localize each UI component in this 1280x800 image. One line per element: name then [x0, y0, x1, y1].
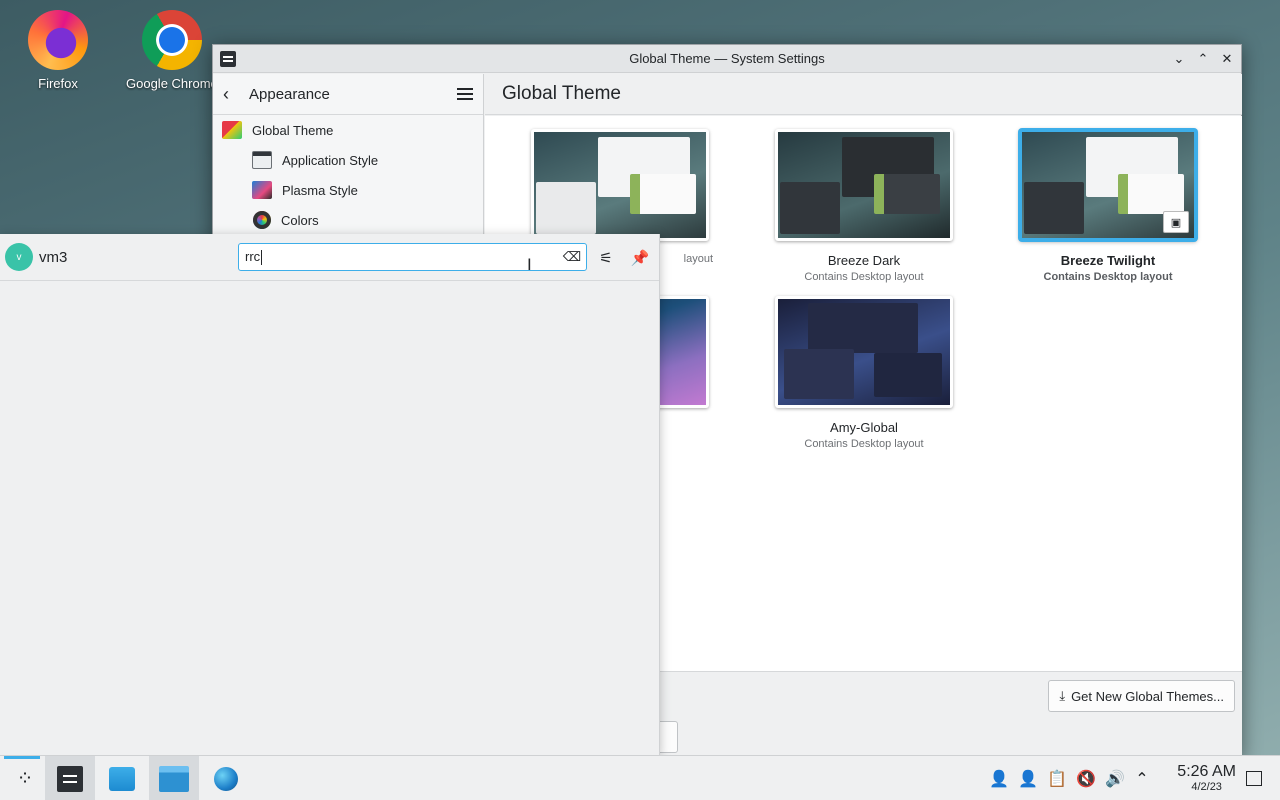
task-browser[interactable] — [201, 756, 251, 800]
sidebar-item-label: Plasma Style — [282, 182, 358, 198]
configure-icon[interactable]: ⚟ — [595, 247, 617, 269]
theme-preview[interactable] — [531, 129, 709, 241]
show-desktop-button[interactable] — [1246, 771, 1262, 786]
krunner-bar: v vm3 rrc ⌫ ⚟ 📌 — [0, 234, 659, 281]
user-status-icon[interactable]: 👤 — [1018, 769, 1038, 789]
theme-card-breeze-twilight[interactable]: ▣ Breeze Twilight Contains Desktop layou… — [1013, 129, 1203, 283]
folder-icon — [159, 765, 189, 792]
back-arrow-icon[interactable]: ‹ — [223, 84, 249, 105]
colors-icon — [253, 211, 271, 229]
desktop-icon-label: Google Chrome — [126, 76, 212, 91]
task-system-settings[interactable] — [45, 756, 95, 800]
theme-subtitle: Contains Desktop layout — [804, 438, 924, 450]
avatar[interactable]: v — [5, 243, 33, 271]
sidebar-item-colors[interactable]: Colors — [213, 205, 483, 235]
mouse-cursor-icon: I — [527, 255, 532, 274]
globe-icon — [214, 766, 238, 791]
sidebar-item-plasma-style[interactable]: Plasma Style — [213, 175, 483, 205]
image-preview-icon[interactable]: ▣ — [1163, 211, 1189, 233]
minimize-button[interactable]: ⌄ — [1171, 49, 1187, 69]
theme-subtitle: Contains Desktop layout — [804, 271, 924, 283]
mic-muted-icon[interactable]: 🔇 — [1076, 769, 1096, 789]
theme-card-amy-global[interactable]: Amy-Global Contains Desktop layout — [769, 296, 959, 450]
volume-icon[interactable]: 🔊 — [1105, 769, 1125, 789]
system-settings-icon — [57, 765, 83, 792]
hamburger-menu-icon[interactable] — [457, 88, 473, 100]
theme-name: Amy-Global — [830, 420, 898, 435]
theme-card-breeze-dark[interactable]: Breeze Dark Contains Desktop layout — [769, 129, 959, 283]
download-icon: ⤓ — [1059, 688, 1066, 703]
desktop-icon-firefox[interactable]: Firefox — [8, 10, 108, 91]
discover-icon — [109, 766, 135, 791]
sidebar-back-label[interactable]: Appearance — [249, 86, 457, 103]
clock-date: 4/2/23 — [1191, 781, 1222, 793]
theme-preview-selected[interactable]: ▣ — [1019, 129, 1197, 241]
window-title: Global Theme — System Settings — [629, 51, 825, 66]
launcher-icon: ⁘ — [16, 768, 34, 790]
application-style-icon — [252, 151, 272, 169]
search-input[interactable]: rrc ⌫ — [238, 243, 587, 271]
plasma-style-icon — [252, 181, 272, 199]
clipboard-icon[interactable]: 📋 — [1047, 769, 1067, 789]
sidebar-item-label: Global Theme — [252, 122, 334, 138]
get-new-label: Get New Global Themes... — [1071, 688, 1224, 704]
theme-subtitle: Contains Desktop layout — [1043, 271, 1173, 283]
sidebar-item-application-style[interactable]: Application Style — [213, 145, 483, 175]
desktop-icon-label: Firefox — [38, 76, 78, 91]
task-file-manager[interactable] — [149, 756, 199, 800]
theme-name: Breeze Dark — [827, 253, 901, 268]
application-launcher-button[interactable]: ⁘ — [0, 756, 50, 800]
theme-preview[interactable] — [775, 129, 953, 241]
system-tray: 👤 👤 📋 🔇 🔊 ⌃ — [989, 756, 1150, 800]
page-title: Global Theme — [485, 74, 1242, 115]
sidebar-header: ‹ Appearance — [213, 74, 483, 115]
desktop-icon-chrome[interactable]: Google Chrome — [124, 10, 212, 91]
user-avatar-area[interactable]: v vm3 — [5, 243, 67, 271]
theme-preview[interactable] — [775, 296, 953, 408]
sidebar-item-label: Colors — [281, 212, 319, 228]
sidebar-item-label: Application Style — [282, 152, 379, 168]
user-switch-icon[interactable]: 👤 — [989, 769, 1009, 789]
close-button[interactable]: ✕ — [1219, 49, 1235, 69]
theme-name: Breeze Twilight — [1060, 253, 1156, 268]
pin-icon[interactable]: 📌 — [629, 247, 651, 269]
clock-time: 5:26 AM — [1177, 763, 1236, 780]
global-theme-icon — [222, 121, 242, 139]
username: vm3 — [39, 248, 68, 266]
taskbar: ⁘ 👤 👤 📋 🔇 🔊 ⌃ 5:26 AM 4/2/23 — [0, 755, 1280, 800]
firefox-icon — [28, 10, 88, 70]
clock[interactable]: 5:26 AM 4/2/23 — [1177, 763, 1236, 793]
chevron-up-icon[interactable]: ⌃ — [1134, 769, 1150, 789]
get-new-global-themes-button[interactable]: ⤓ Get New Global Themes... — [1048, 680, 1235, 712]
clear-text-icon[interactable]: ⌫ — [558, 249, 586, 265]
window-titlebar[interactable]: Global Theme — System Settings ⌄ ⌃ ✕ — [213, 45, 1241, 73]
system-settings-icon[interactable] — [220, 51, 236, 67]
sidebar-item-global-theme[interactable]: Global Theme — [213, 115, 483, 145]
search-input-value[interactable]: rrc — [245, 249, 558, 266]
maximize-button[interactable]: ⌃ — [1195, 49, 1211, 69]
chrome-icon — [142, 10, 202, 70]
task-discover[interactable] — [97, 756, 147, 800]
krunner-panel: v vm3 rrc ⌫ ⚟ 📌 — [0, 234, 660, 755]
